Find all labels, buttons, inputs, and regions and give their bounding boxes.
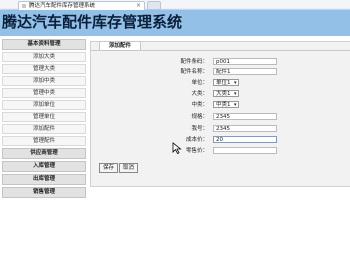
minor-select[interactable]: 中类1 ▾ bbox=[213, 101, 239, 108]
form-row-cost: 成本价： 20 bbox=[91, 136, 350, 144]
form-row-unit: 单位： 单位1 ▾ bbox=[91, 79, 350, 87]
browser-tab-strip: 腾达汽车配件库存管理系统 × bbox=[0, 0, 350, 10]
cost-label: 成本价： bbox=[185, 137, 208, 143]
sidebar-item-add-part[interactable]: 添加配件 bbox=[2, 124, 86, 134]
sidebar-section-inbound[interactable]: 入库管理 bbox=[2, 161, 86, 172]
save-button[interactable]: 保存 bbox=[99, 163, 119, 173]
sidebar-item-manage-minor[interactable]: 管理中类 bbox=[2, 88, 86, 98]
retail-label: 零售价： bbox=[185, 148, 208, 154]
form-row-spec: 规格： 2345 bbox=[91, 113, 350, 121]
minor-label: 中类： bbox=[191, 102, 208, 108]
chevron-down-icon: ▾ bbox=[233, 80, 237, 86]
form-row-major: 大类： 大类1 ▾ bbox=[91, 90, 350, 98]
model-input[interactable]: 2345 bbox=[213, 125, 277, 132]
spec-label: 规格： bbox=[191, 114, 208, 120]
sidebar-section-supplier[interactable]: 供应商管理 bbox=[2, 148, 86, 159]
page-favicon-icon bbox=[22, 4, 26, 8]
chevron-down-icon: ▾ bbox=[233, 102, 237, 108]
app-title: 腾达汽车配件库存管理系统 bbox=[2, 13, 183, 31]
sidebar-item-manage-unit[interactable]: 管理单位 bbox=[2, 112, 86, 122]
model-label: 我号： bbox=[191, 126, 208, 132]
cost-input[interactable]: 20 bbox=[213, 136, 277, 143]
sidebar-item-add-unit[interactable]: 添加单位 bbox=[2, 100, 86, 110]
retail-input[interactable] bbox=[213, 147, 277, 154]
form-row-name: 配件名称： 配件1 bbox=[91, 68, 350, 76]
form-row-model: 我号： 2345 bbox=[91, 125, 350, 133]
browser-tab[interactable]: 腾达汽车配件库存管理系统 × bbox=[18, 1, 145, 10]
app-header: 腾达汽车配件库存管理系统 bbox=[0, 10, 350, 36]
panel-divider bbox=[91, 50, 350, 51]
form-buttons: 保存 取消 bbox=[99, 163, 139, 173]
sidebar-item-manage-major[interactable]: 管理大类 bbox=[2, 64, 86, 74]
new-tab-button[interactable] bbox=[147, 1, 161, 10]
sidebar-item-manage-part[interactable]: 管理配件 bbox=[2, 136, 86, 146]
major-label: 大类： bbox=[191, 91, 208, 97]
sidebar-item-add-major[interactable]: 添加大类 bbox=[2, 52, 86, 62]
sidebar-section-basic[interactable]: 基本资料管理 bbox=[2, 39, 86, 50]
cancel-button[interactable]: 取消 bbox=[119, 163, 139, 173]
sidebar-item-add-minor[interactable]: 添加中类 bbox=[2, 76, 86, 86]
sidebar: 基本资料管理 添加大类 管理大类 添加中类 管理中类 添加单位 管理单位 添加配… bbox=[0, 36, 88, 280]
unit-select-value: 单位1 bbox=[216, 80, 231, 86]
unit-label: 单位： bbox=[191, 80, 208, 86]
browser-tab-title: 腾达汽车配件库存管理系统 bbox=[29, 3, 96, 9]
spec-input[interactable]: 2345 bbox=[213, 113, 277, 120]
chevron-down-icon: ▾ bbox=[233, 91, 237, 97]
form-row-retail: 零售价： bbox=[91, 147, 350, 155]
mouse-cursor-icon bbox=[172, 142, 182, 154]
unit-select[interactable]: 单位1 ▾ bbox=[213, 79, 239, 86]
sidebar-section-sales[interactable]: 销售管理 bbox=[2, 187, 86, 198]
major-select-value: 大类1 bbox=[216, 91, 231, 97]
form-row-minor: 中类： 中类1 ▾ bbox=[91, 101, 350, 109]
tab-close-icon[interactable]: × bbox=[136, 2, 141, 10]
form-row-code: 配件条码： p001 bbox=[91, 58, 350, 66]
main-content: 添加配件 配件条码： p001 配件名称： 配件1 单位： 单位1 ▾ 大类： 大… bbox=[88, 36, 350, 280]
minor-select-value: 中类1 bbox=[216, 102, 231, 108]
code-input[interactable]: p001 bbox=[213, 58, 277, 65]
sidebar-section-outbound[interactable]: 出库管理 bbox=[2, 174, 86, 185]
add-part-panel: 添加配件 配件条码： p001 配件名称： 配件1 单位： 单位1 ▾ 大类： 大… bbox=[90, 41, 350, 187]
code-label: 配件条码： bbox=[180, 59, 208, 65]
name-input[interactable]: 配件1 bbox=[213, 68, 277, 75]
name-label: 配件名称： bbox=[180, 69, 208, 75]
major-select[interactable]: 大类1 ▾ bbox=[213, 90, 239, 97]
